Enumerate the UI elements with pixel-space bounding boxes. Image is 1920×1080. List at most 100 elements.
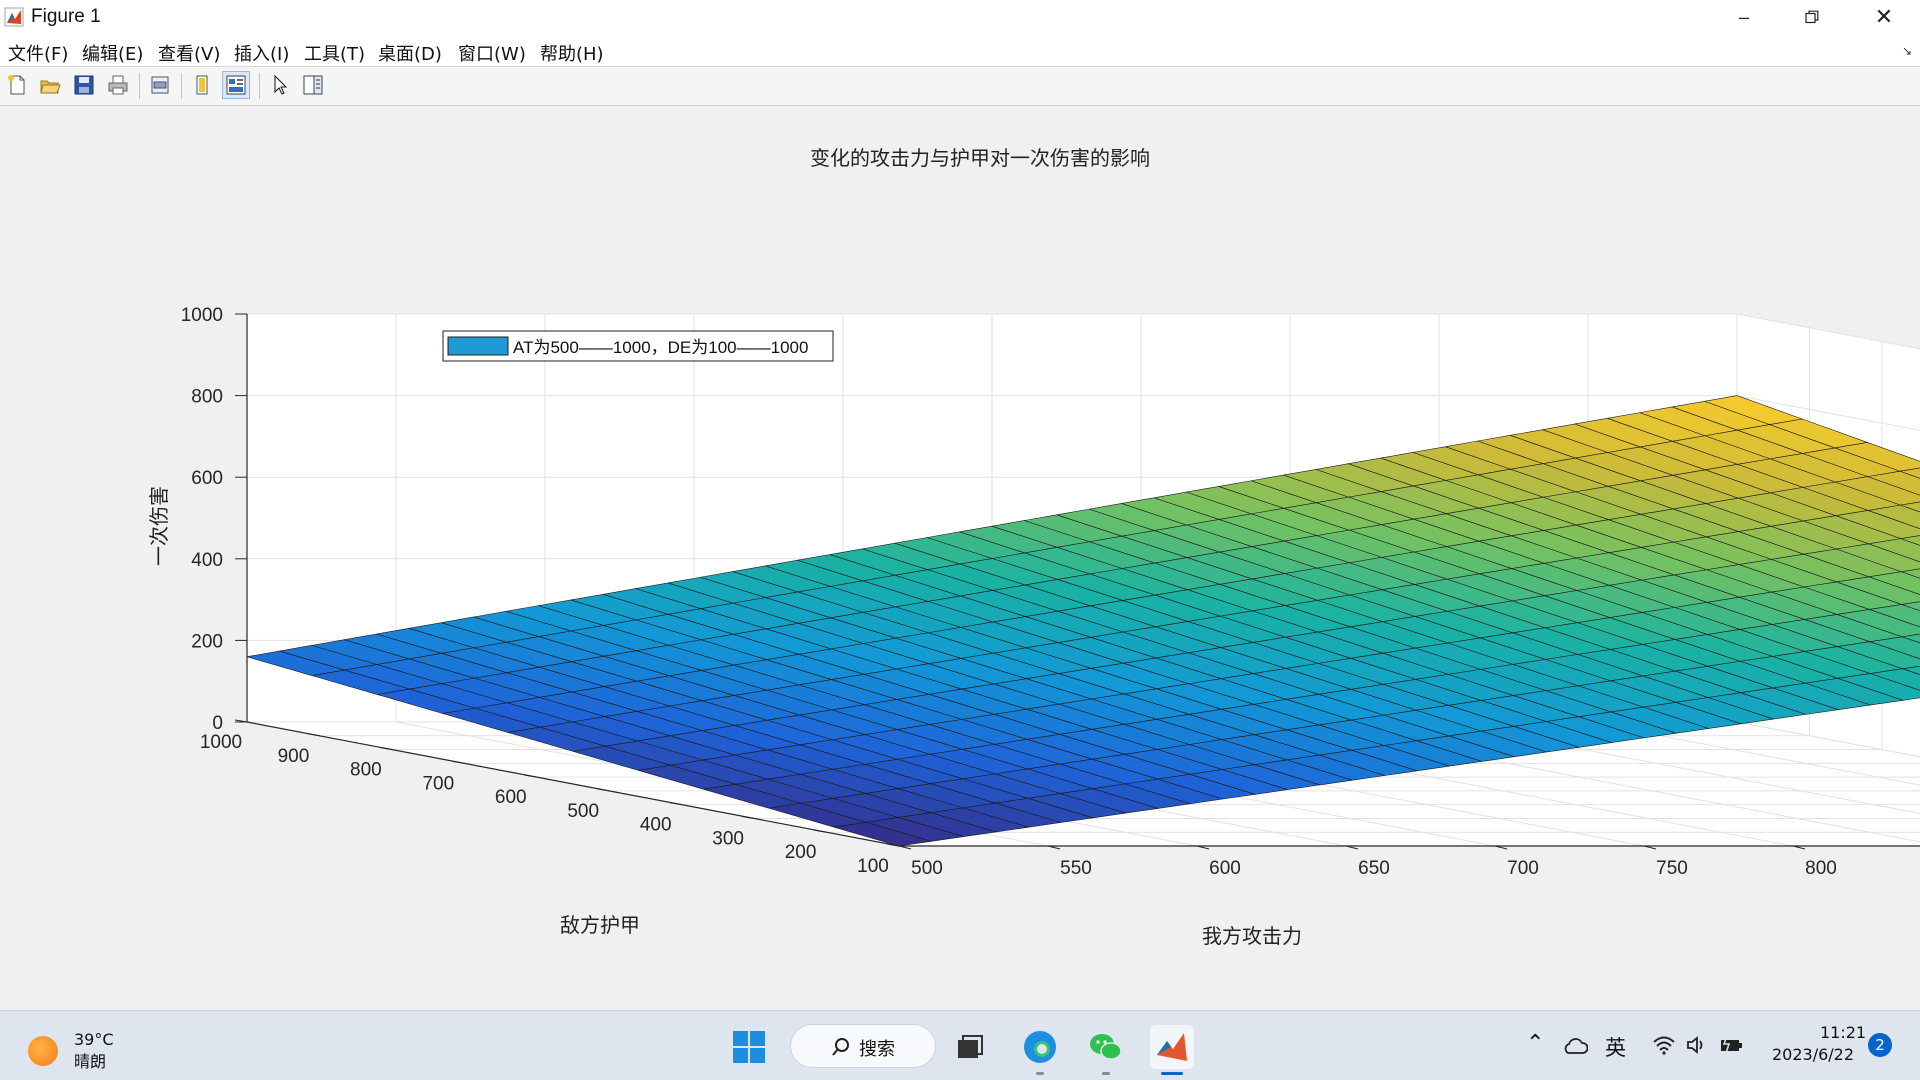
x-tick-label: 700	[1507, 858, 1539, 879]
toolbar-separator	[181, 73, 182, 99]
toolbar-separator	[259, 73, 260, 99]
matlab-icon	[1157, 1033, 1187, 1061]
x-axis-label: 我方攻击力	[1202, 925, 1302, 948]
new-figure-button[interactable]	[3, 71, 31, 99]
close-icon: ✕	[1874, 4, 1894, 29]
property-editor-icon	[303, 75, 323, 95]
volume-icon[interactable]	[1686, 1035, 1708, 1055]
edit-plot-icon	[274, 74, 288, 95]
property-editor-button[interactable]	[299, 71, 327, 99]
edge-browser-icon	[1024, 1031, 1056, 1063]
clock-date[interactable]: 2023/6/22	[1772, 1045, 1854, 1064]
menu-help[interactable]: 帮助(H)	[540, 40, 604, 66]
legend-label: AT为500——1000，DE为100——1000	[513, 338, 808, 357]
running-indicator	[1036, 1072, 1044, 1075]
x-tick-label: 600	[1209, 858, 1241, 879]
y-tick-label: 1000	[200, 732, 242, 753]
z-axis-label: 一次伤害	[148, 486, 171, 566]
y-tick-label: 600	[495, 787, 527, 808]
start-button[interactable]	[727, 1025, 771, 1069]
onedrive-icon[interactable]	[1562, 1037, 1588, 1055]
close-button[interactable]: ✕	[1856, 0, 1912, 34]
ime-indicator[interactable]: 英	[1605, 1032, 1626, 1062]
plot-title: 变化的攻击力与护甲对一次伤害的影响	[810, 147, 1150, 170]
weather-widget[interactable]: 39°C 晴朗	[28, 1029, 114, 1073]
task-view-icon	[958, 1035, 983, 1058]
new-figure-icon	[8, 75, 25, 95]
menu-window[interactable]: 窗口(W)	[458, 40, 526, 66]
y-tick-label: 100	[857, 856, 889, 877]
menu-insert[interactable]: 插入(I)	[234, 40, 289, 66]
z-tick-label: 0	[212, 713, 223, 734]
minimize-icon: –	[1738, 6, 1749, 27]
chevron-up-icon[interactable]: ⌃	[1526, 1031, 1544, 1056]
show-plot-tools-button[interactable]	[222, 71, 250, 99]
menu-bar: 文件(F) 编辑(E) 查看(V) 插入(I) 工具(T) 桌面(D) 窗口(W…	[0, 34, 1920, 67]
taskbar: 39°C 晴朗 搜索 ⌃ 英 11:21 2023/6/22 2	[0, 1010, 1920, 1080]
figure-toolbar	[0, 67, 1920, 106]
notification-badge[interactable]: 2	[1868, 1033, 1892, 1057]
wechat-icon	[1090, 1034, 1122, 1060]
matlab-app-icon	[4, 7, 24, 27]
search-icon	[832, 1038, 849, 1056]
open-file-icon	[40, 80, 61, 94]
window-title: Figure 1	[31, 6, 101, 27]
z-tick-label: 800	[191, 387, 223, 408]
x-tick-label: 750	[1656, 858, 1688, 879]
restore-button[interactable]	[1784, 0, 1840, 34]
open-file-button[interactable]	[36, 71, 64, 99]
show-plot-tools-icon	[226, 75, 246, 95]
z-tick-label: 1000	[181, 305, 223, 326]
weather-temp: 39°C	[74, 1030, 114, 1049]
wechat-taskbar-button[interactable]	[1084, 1025, 1128, 1075]
y-tick-label: 700	[422, 773, 454, 794]
print-button[interactable]	[104, 71, 132, 99]
menu-desktop[interactable]: 桌面(D)	[378, 40, 442, 66]
x-tick-label: 800	[1805, 858, 1837, 879]
menu-edit[interactable]: 编辑(E)	[82, 40, 143, 66]
z-tick-label: 200	[191, 631, 223, 652]
y-tick-label: 800	[350, 760, 382, 781]
battery-icon[interactable]	[1718, 1035, 1744, 1055]
minimize-button[interactable]: –	[1716, 0, 1772, 34]
menu-file[interactable]: 文件(F)	[8, 40, 68, 66]
print-icon	[108, 75, 128, 95]
restore-icon	[1805, 10, 1819, 24]
hide-toolbox-button[interactable]	[188, 71, 216, 99]
x-tick-label: 550	[1060, 858, 1092, 879]
clock-time[interactable]: 11:21	[1820, 1023, 1866, 1042]
matlab-taskbar-button[interactable]	[1150, 1025, 1194, 1075]
y-axis-label: 敌方护甲	[560, 914, 640, 937]
save-button[interactable]	[70, 71, 98, 99]
hide-toolbox-icon	[196, 75, 208, 95]
taskbar-search[interactable]: 搜索	[790, 1024, 936, 1068]
print-preview-button[interactable]	[146, 71, 174, 99]
sun-icon	[28, 1036, 58, 1066]
menu-tools[interactable]: 工具(T)	[304, 40, 365, 66]
legend[interactable]: AT为500——1000，DE为100——1000	[442, 330, 834, 362]
x-tick-label: 650	[1358, 858, 1390, 879]
edit-plot-button[interactable]	[266, 71, 294, 99]
y-tick-label: 900	[278, 746, 310, 767]
z-tick-label: 600	[191, 468, 223, 489]
search-label: 搜索	[859, 1039, 895, 1060]
save-icon	[74, 75, 94, 95]
legend-swatch	[447, 336, 509, 356]
running-indicator	[1102, 1072, 1110, 1075]
toolbar-separator	[139, 73, 140, 99]
windows-start-icon	[733, 1031, 765, 1063]
y-tick-label: 200	[785, 842, 817, 863]
print-preview-icon	[151, 76, 169, 94]
surface-plot: 5005506006507007508008509009501000100200…	[148, 147, 1920, 948]
y-tick-label: 500	[567, 801, 599, 822]
wifi-icon[interactable]	[1652, 1035, 1676, 1055]
y-tick-label: 300	[712, 828, 744, 849]
menu-view[interactable]: 查看(V)	[158, 40, 220, 66]
y-tick-label: 400	[640, 815, 672, 836]
dock-arrow-icon[interactable]: ↘	[1902, 44, 1912, 58]
edge-taskbar-button[interactable]	[1018, 1025, 1062, 1075]
task-view-button[interactable]	[948, 1025, 992, 1069]
running-indicator	[1161, 1072, 1183, 1075]
x-tick-label: 500	[911, 858, 943, 879]
z-tick-label: 400	[191, 550, 223, 571]
